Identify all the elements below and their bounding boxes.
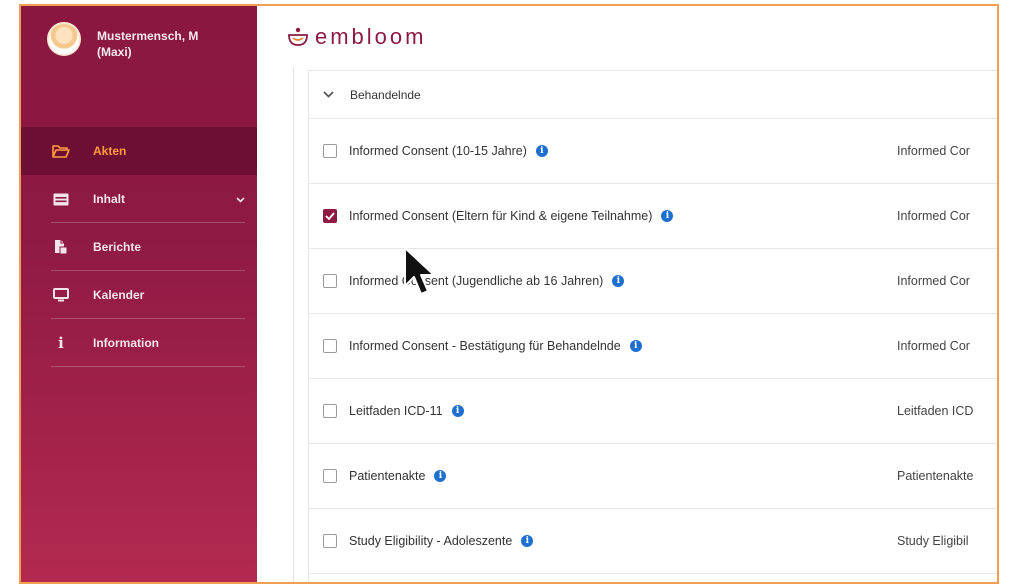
info-icon[interactable]: i	[535, 145, 548, 157]
info-icon[interactable]: i	[434, 470, 447, 482]
list-icon	[51, 193, 71, 206]
checkbox-checked[interactable]	[323, 209, 337, 223]
list-item[interactable]: Leitfaden ICD-11 i Leitfaden ICD	[309, 379, 997, 444]
list-item[interactable]: Informed Consent (10-15 Jahre) i Informe…	[309, 119, 997, 184]
info-icon[interactable]: i	[521, 535, 534, 547]
sidebar-item-kalender[interactable]: Kalender	[21, 271, 257, 319]
list-item-secondary: Informed Cor	[897, 209, 970, 223]
document-copy-icon	[51, 239, 71, 255]
checkbox[interactable]	[323, 339, 337, 353]
sidebar-item-berichte[interactable]: Berichte	[21, 223, 257, 271]
sidebar-item-label: Berichte	[93, 240, 142, 254]
list-item[interactable]: Patientenakte i Patientenakte	[309, 444, 997, 509]
list-item-secondary: Leitfaden ICD	[897, 404, 974, 418]
list-item-label: Informed Consent (10-15 Jahre)	[349, 144, 527, 158]
list-item-secondary: Informed Cor	[897, 339, 970, 353]
checkmark-icon	[325, 212, 335, 220]
top-bar: embloom	[257, 6, 997, 67]
sidebar-item-label: Information	[93, 336, 159, 350]
document-list-panel: Behandelnde Informed Consent (10-15 Jahr…	[308, 70, 997, 582]
main-area: embloom Behandelnde Informed Consent (10…	[257, 6, 997, 582]
user-name-line1: Mustermensch, M	[97, 29, 199, 43]
folder-open-icon	[51, 144, 71, 158]
group-header-label: Behandelnde	[350, 87, 421, 102]
list-item-label: Patientenakte	[349, 469, 426, 483]
list-item[interactable]: Study Eligibility - Adoleszente i Study …	[309, 509, 997, 574]
user-name: Mustermensch, M (Maxi)	[97, 28, 247, 60]
list-item-label: Study Eligibility - Adoleszente	[349, 534, 513, 548]
sidebar-item-label: Kalender	[93, 288, 145, 302]
app-window: Mustermensch, M (Maxi) Akten Inhalt Beri…	[19, 4, 999, 584]
list-item-label: Informed Consent - Bestätigung für Behan…	[349, 339, 621, 353]
monitor-icon	[51, 288, 71, 302]
sidebar-item-information[interactable]: i Information	[21, 319, 257, 367]
sidebar-item-inhalt[interactable]: Inhalt	[21, 175, 257, 223]
avatar[interactable]	[47, 22, 81, 56]
sidebar-item-label: Akten	[93, 144, 127, 158]
content-area: Behandelnde Informed Consent (10-15 Jahr…	[293, 67, 997, 582]
checkbox[interactable]	[323, 144, 337, 158]
group-header-behandelnde[interactable]: Behandelnde	[309, 71, 997, 119]
list-item[interactable]: Informed Consent (Eltern für Kind & eige…	[309, 184, 997, 249]
list-item-secondary: Informed Cor	[897, 274, 970, 288]
info-icon[interactable]: i	[451, 405, 464, 417]
info-icon[interactable]: i	[661, 210, 674, 222]
info-icon[interactable]: i	[629, 340, 642, 352]
list-item-label: Informed Consent (Jugendliche ab 16 Jahr…	[349, 274, 604, 288]
user-name-line2: (Maxi)	[97, 45, 132, 59]
logo-mark-icon	[288, 27, 308, 46]
list-item-label: Leitfaden ICD-11	[349, 404, 443, 418]
info-icon[interactable]: i	[612, 275, 625, 287]
checkbox[interactable]	[323, 274, 337, 288]
user-profile[interactable]: Mustermensch, M (Maxi)	[21, 6, 257, 76]
list-item-secondary: Patientenakte	[897, 469, 974, 483]
checkbox[interactable]	[323, 534, 337, 548]
list-item-label: Informed Consent (Eltern für Kind & eige…	[349, 209, 653, 223]
sidebar-item-label: Inhalt	[93, 192, 125, 206]
sidebar-item-akten[interactable]: Akten	[21, 127, 257, 175]
chevron-down-icon	[236, 192, 245, 206]
embloom-logo[interactable]: embloom	[287, 24, 426, 50]
list-item-secondary: Informed Cor	[897, 144, 970, 158]
list-item[interactable]: Informed Consent - Bestätigung für Behan…	[309, 314, 997, 379]
checkbox[interactable]	[323, 404, 337, 418]
mouse-cursor-icon	[404, 247, 435, 295]
sidebar: Mustermensch, M (Maxi) Akten Inhalt Beri…	[21, 6, 257, 582]
chevron-down-icon[interactable]	[323, 91, 334, 98]
sidebar-nav: Akten Inhalt Berichte Kalender i Informa…	[21, 127, 257, 367]
list-item-secondary: Study Eligibil	[897, 534, 969, 548]
info-icon: i	[58, 334, 64, 352]
checkbox[interactable]	[323, 469, 337, 483]
logo-text: embloom	[315, 24, 427, 49]
